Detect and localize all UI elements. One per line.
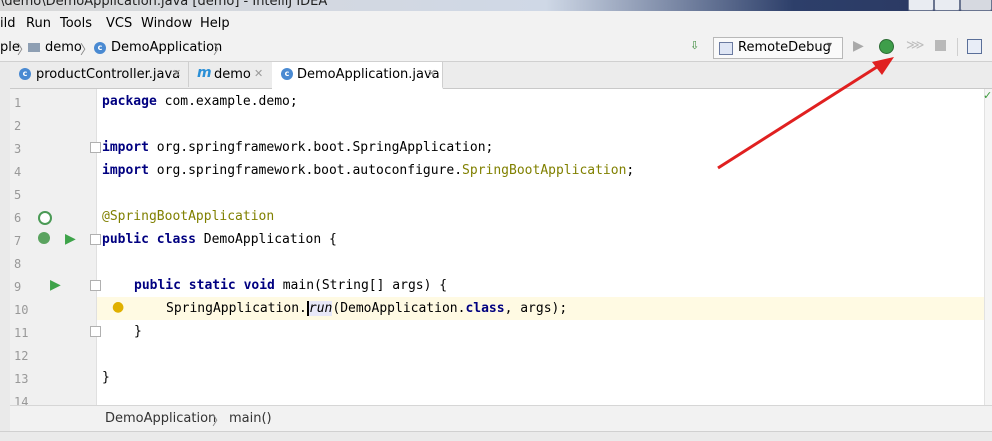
red-arrow-head [872,57,894,75]
annotation-overlay [717,57,894,170]
status-crumb-method[interactable]: main() [229,411,272,426]
chevron-right-icon: 〉 [212,414,226,429]
status-crumb-class[interactable]: DemoApplication [105,411,216,426]
editor-breadcrumb-bar: DemoApplication 〉 main() [10,405,992,432]
red-arrow-shaft [717,63,881,170]
